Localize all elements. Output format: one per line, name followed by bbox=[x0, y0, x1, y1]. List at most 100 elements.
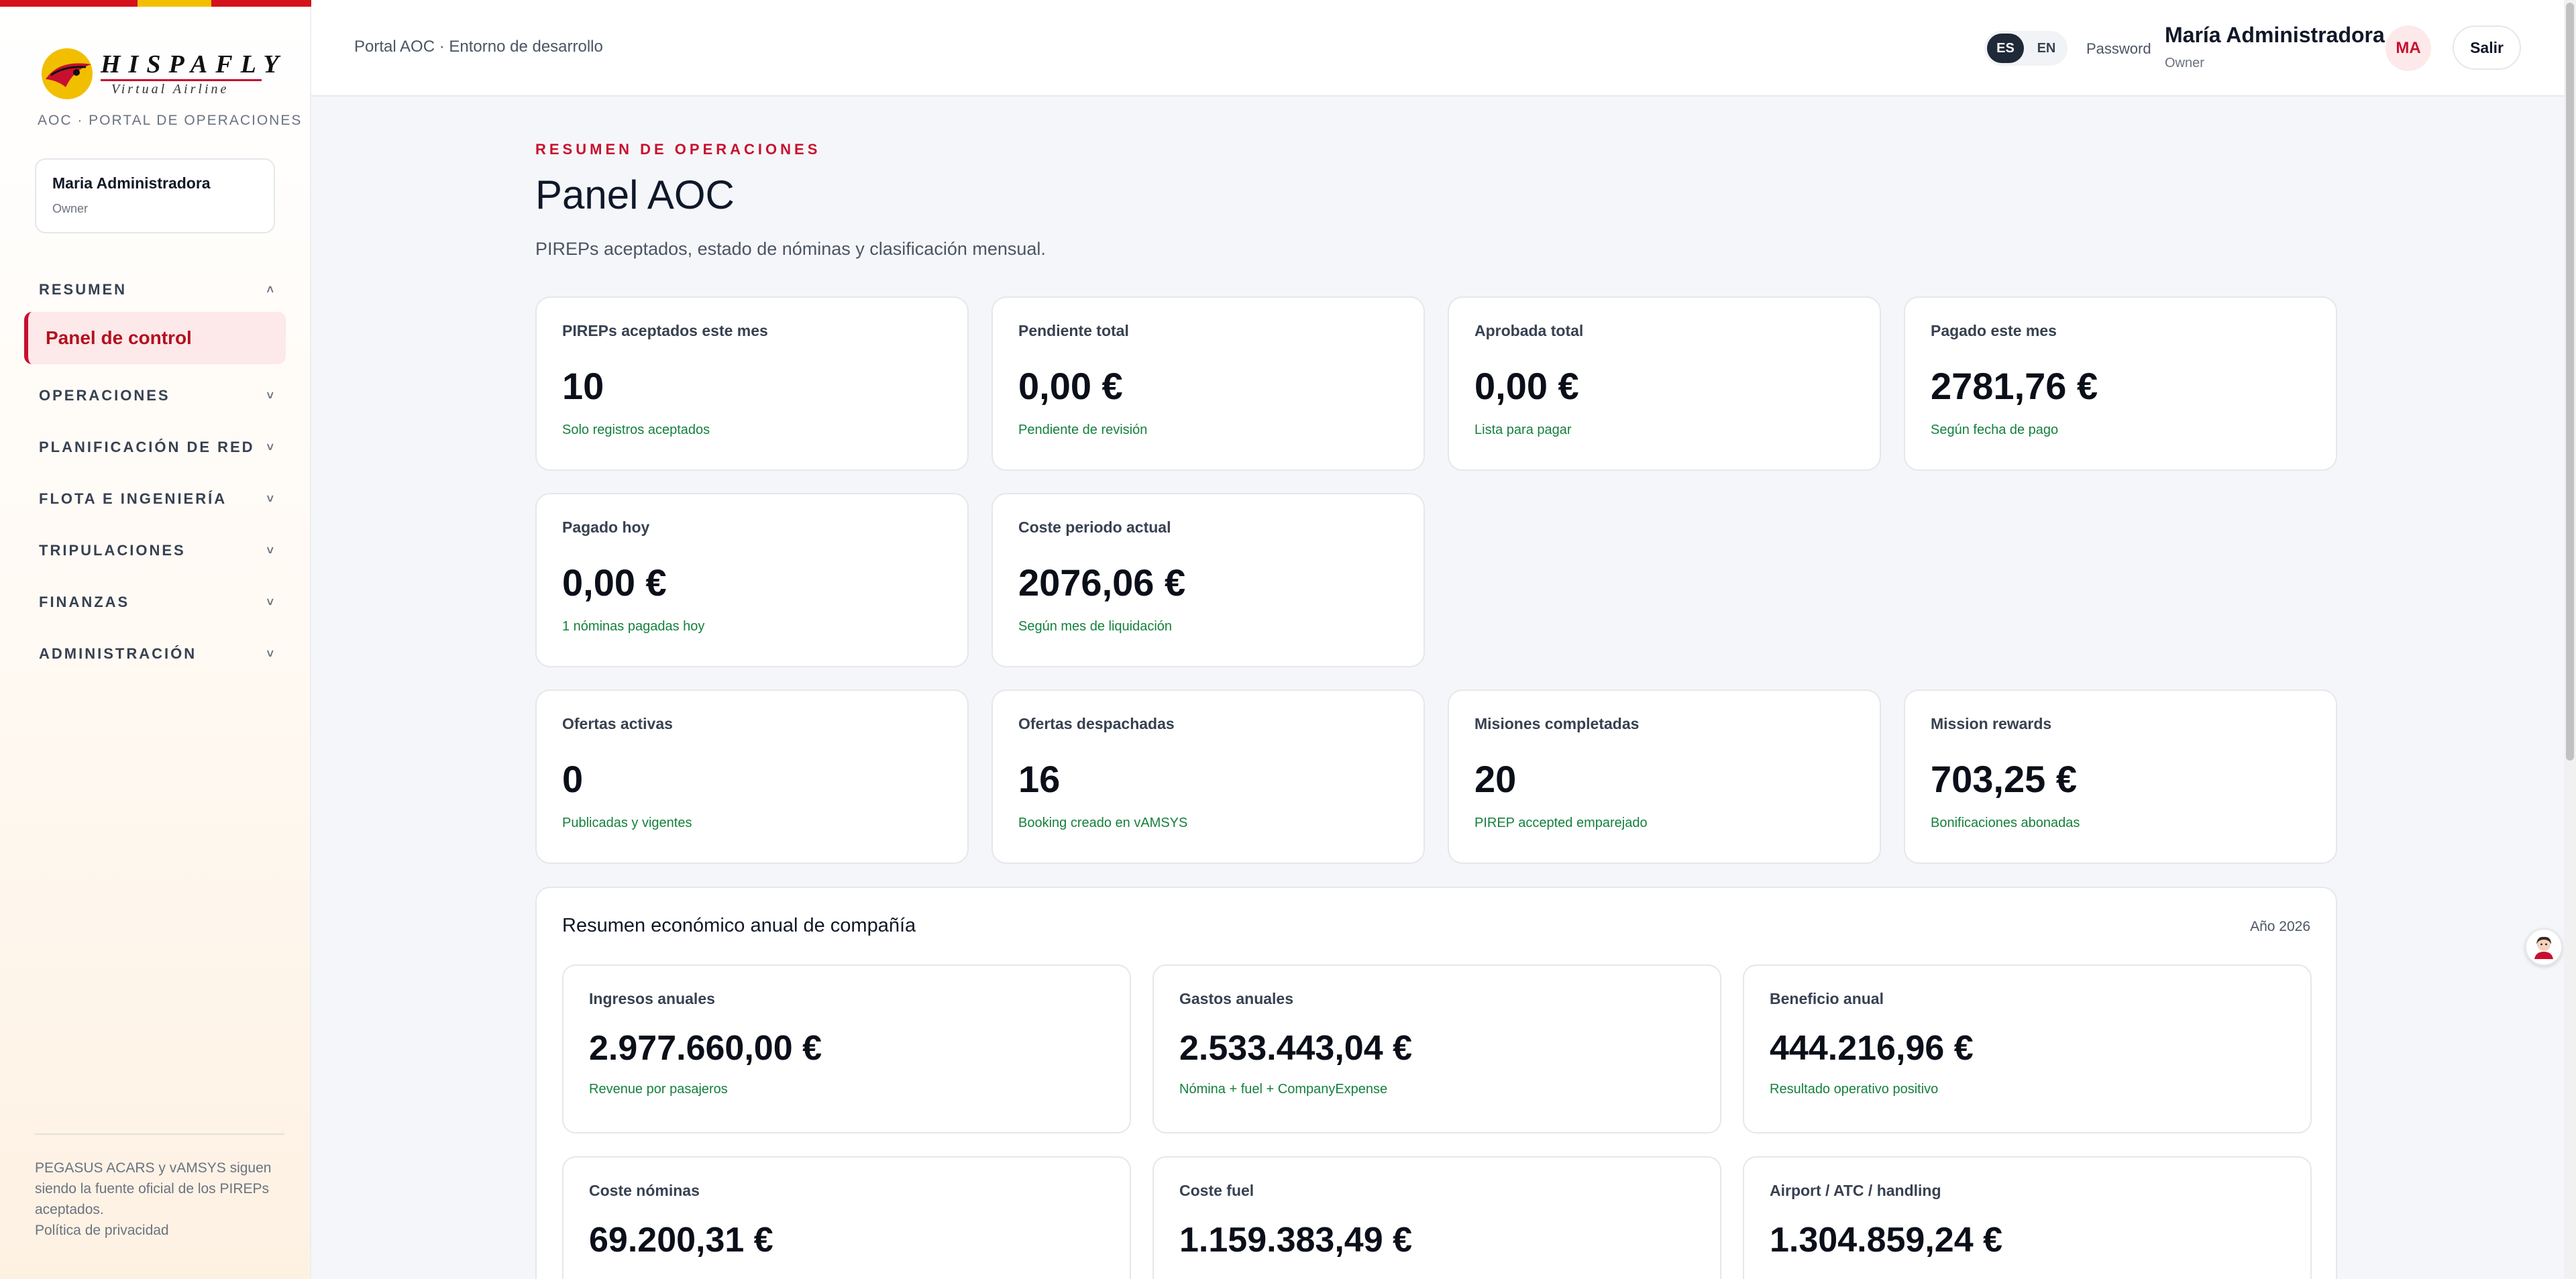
kpi-label: Pagado este mes bbox=[1931, 322, 2057, 339]
nav-section-flota-e-ingenieria[interactable]: FLOTA E INGENIERÍA ˅ bbox=[39, 486, 274, 512]
annual-card: Coste nóminas 69.200,31 € bbox=[562, 1156, 1131, 1279]
sidebar-divider bbox=[35, 1133, 284, 1135]
logout-button[interactable]: Salir bbox=[2453, 25, 2521, 70]
annual-card-value: 69.200,31 € bbox=[589, 1221, 773, 1260]
kpi-hint: Según mes de liquidación bbox=[1018, 619, 1173, 634]
kpi-hint: Solo registros aceptados bbox=[562, 423, 710, 437]
kpi-card: Coste periodo actual 2076,06 € Según mes… bbox=[991, 493, 1425, 667]
chevron-down-icon: ˅ bbox=[266, 388, 274, 402]
annual-card-label: Airport / ATC / handling bbox=[1770, 1182, 1941, 1199]
kpi-card: Ofertas despachadas 16 Booking creado en… bbox=[991, 689, 1425, 864]
sidebar-user-card: Maria Administradora Owner bbox=[35, 158, 275, 233]
kpi-value: 0,00 € bbox=[1474, 365, 1579, 407]
portal-label: AOC · PORTAL DE OPERACIONES bbox=[38, 113, 303, 128]
logo-rule bbox=[101, 79, 262, 81]
kpi-hint: Pendiente de revisión bbox=[1018, 423, 1148, 437]
sidebar-footer-text: PEGASUS ACARS y vAMSYS siguen siendo la … bbox=[35, 1160, 272, 1217]
password-link[interactable]: Password bbox=[2086, 40, 2151, 58]
breadcrumb: Portal AOC · Entorno de desarrollo bbox=[354, 38, 603, 56]
sidebar-user-name: Maria Administradora bbox=[52, 174, 211, 192]
annual-summary-title: Resumen económico anual de compañía bbox=[562, 915, 916, 936]
chevron-down-icon: ˅ bbox=[266, 595, 274, 609]
annual-card-value: 1.304.859,24 € bbox=[1770, 1221, 2002, 1260]
nav-section-label: FINANZAS bbox=[39, 594, 130, 610]
nav-section-label: ADMINISTRACIÓN bbox=[39, 645, 197, 662]
page-eyebrow: RESUMEN DE OPERACIONES bbox=[535, 141, 821, 158]
topbar-user: María Administradora Owner bbox=[2165, 23, 2385, 71]
kpi-card: Pendiente total 0,00 € Pendiente de revi… bbox=[991, 296, 1425, 471]
kpi-hint: Booking creado en vAMSYS bbox=[1018, 816, 1188, 830]
sidebar-footer: PEGASUS ACARS y vAMSYS siguen siendo la … bbox=[35, 1158, 283, 1241]
nav-section-label: RESUMEN bbox=[39, 281, 127, 298]
kpi-value: 2076,06 € bbox=[1018, 561, 1186, 604]
nav-section-administracion[interactable]: ADMINISTRACIÓN ˅ bbox=[39, 641, 274, 667]
annual-card-label: Beneficio anual bbox=[1770, 990, 1884, 1007]
nav-section-resumen[interactable]: RESUMEN ˄ bbox=[39, 276, 274, 303]
kpi-label: Coste periodo actual bbox=[1018, 518, 1171, 536]
kpi-card: Ofertas activas 0 Publicadas y vigentes bbox=[535, 689, 969, 864]
privacy-link[interactable]: Política de privacidad bbox=[35, 1220, 283, 1241]
nav-section-label: OPERACIONES bbox=[39, 387, 170, 404]
page-scrollbar[interactable] bbox=[2564, 0, 2576, 1279]
kpi-hint: Bonificaciones abonadas bbox=[1931, 816, 2080, 830]
kpi-label: Ofertas despachadas bbox=[1018, 715, 1175, 732]
assistant-button[interactable] bbox=[2525, 928, 2563, 966]
kpi-hint: PIREP accepted emparejado bbox=[1474, 816, 1648, 830]
avatar[interactable]: MA bbox=[2385, 25, 2431, 71]
kpi-value: 0,00 € bbox=[1018, 365, 1123, 407]
annual-card-hint: Nómina + fuel + CompanyExpense bbox=[1179, 1082, 1388, 1097]
nav-section-planificacion-de-red[interactable]: PLANIFICACIÓN DE RED ˅ bbox=[39, 434, 274, 461]
assistant-avatar-icon bbox=[2534, 936, 2553, 959]
annual-card-value: 2.977.660,00 € bbox=[589, 1029, 822, 1068]
annual-card-hint: Resultado operativo positivo bbox=[1770, 1082, 1939, 1097]
scrollbar-thumb[interactable] bbox=[2566, 3, 2574, 761]
nav-section-finanzas[interactable]: FINANZAS ˅ bbox=[39, 589, 274, 616]
hispafly-logo[interactable]: HISPAFLY Virtual Airline bbox=[39, 42, 279, 102]
topbar: Portal AOC · Entorno de desarrollo ES EN… bbox=[311, 0, 2564, 97]
chevron-down-icon: ˅ bbox=[266, 543, 274, 557]
kpi-card: Aprobada total 0,00 € Lista para pagar bbox=[1448, 296, 1881, 471]
kpi-label: PIREPs aceptados este mes bbox=[562, 322, 768, 339]
kpi-card: Misiones completadas 20 PIREP accepted e… bbox=[1448, 689, 1881, 864]
kpi-value: 10 bbox=[562, 365, 604, 407]
chevron-down-icon: ˅ bbox=[266, 647, 274, 661]
lang-en-button[interactable]: EN bbox=[2028, 34, 2065, 63]
kpi-value: 16 bbox=[1018, 758, 1061, 800]
annual-card: Airport / ATC / handling 1.304.859,24 € bbox=[1743, 1156, 2312, 1279]
annual-card-value: 2.533.443,04 € bbox=[1179, 1029, 1412, 1068]
annual-card: Beneficio anual 444.216,96 € Resultado o… bbox=[1743, 964, 2312, 1133]
kpi-value: 20 bbox=[1474, 758, 1517, 800]
language-switch[interactable]: ES EN bbox=[1984, 31, 2068, 66]
nav-section-operaciones[interactable]: OPERACIONES ˅ bbox=[39, 382, 274, 409]
kpi-card: Mission rewards 703,25 € Bonificaciones … bbox=[1904, 689, 2337, 864]
sidebar-user-role: Owner bbox=[52, 202, 89, 215]
page-subtitle: PIREPs aceptados, estado de nóminas y cl… bbox=[535, 239, 1046, 259]
nav-section-tripulaciones[interactable]: TRIPULACIONES ˅ bbox=[39, 537, 274, 564]
chevron-down-icon: ˅ bbox=[266, 492, 274, 506]
brand-stripe bbox=[0, 0, 311, 7]
kpi-label: Pendiente total bbox=[1018, 322, 1129, 339]
kpi-hint: Publicadas y vigentes bbox=[562, 816, 692, 830]
logo-subtitle: Virtual Airline bbox=[111, 82, 229, 97]
annual-card-label: Gastos anuales bbox=[1179, 990, 1294, 1007]
annual-summary-panel: Resumen económico anual de compañía Año … bbox=[535, 887, 2337, 1279]
kpi-value: 0 bbox=[562, 758, 584, 800]
nav-section-label: FLOTA E INGENIERÍA bbox=[39, 490, 227, 507]
kpi-hint: 1 nóminas pagadas hoy bbox=[562, 619, 705, 634]
kpi-value: 2781,76 € bbox=[1931, 365, 2098, 407]
annual-card-hint: Revenue por pasajeros bbox=[589, 1082, 728, 1097]
nav-section-label: TRIPULACIONES bbox=[39, 542, 186, 559]
annual-card-value: 1.159.383,49 € bbox=[1179, 1221, 1412, 1260]
kpi-hint: Lista para pagar bbox=[1474, 423, 1572, 437]
kpi-card: Pagado hoy 0,00 € 1 nóminas pagadas hoy bbox=[535, 493, 969, 667]
chevron-up-icon: ˄ bbox=[266, 282, 274, 296]
kpi-label: Ofertas activas bbox=[562, 715, 673, 732]
sidebar-item-panel-de-control[interactable]: Panel de control bbox=[24, 312, 286, 364]
annual-card: Ingresos anuales 2.977.660,00 € Revenue … bbox=[562, 964, 1131, 1133]
lang-es-button[interactable]: ES bbox=[1987, 34, 2024, 63]
annual-card-label: Coste fuel bbox=[1179, 1182, 1254, 1199]
page-title: Panel AOC bbox=[535, 172, 735, 217]
annual-card-label: Coste nóminas bbox=[589, 1182, 700, 1199]
kpi-label: Aprobada total bbox=[1474, 322, 1584, 339]
kpi-label: Mission rewards bbox=[1931, 715, 2052, 732]
